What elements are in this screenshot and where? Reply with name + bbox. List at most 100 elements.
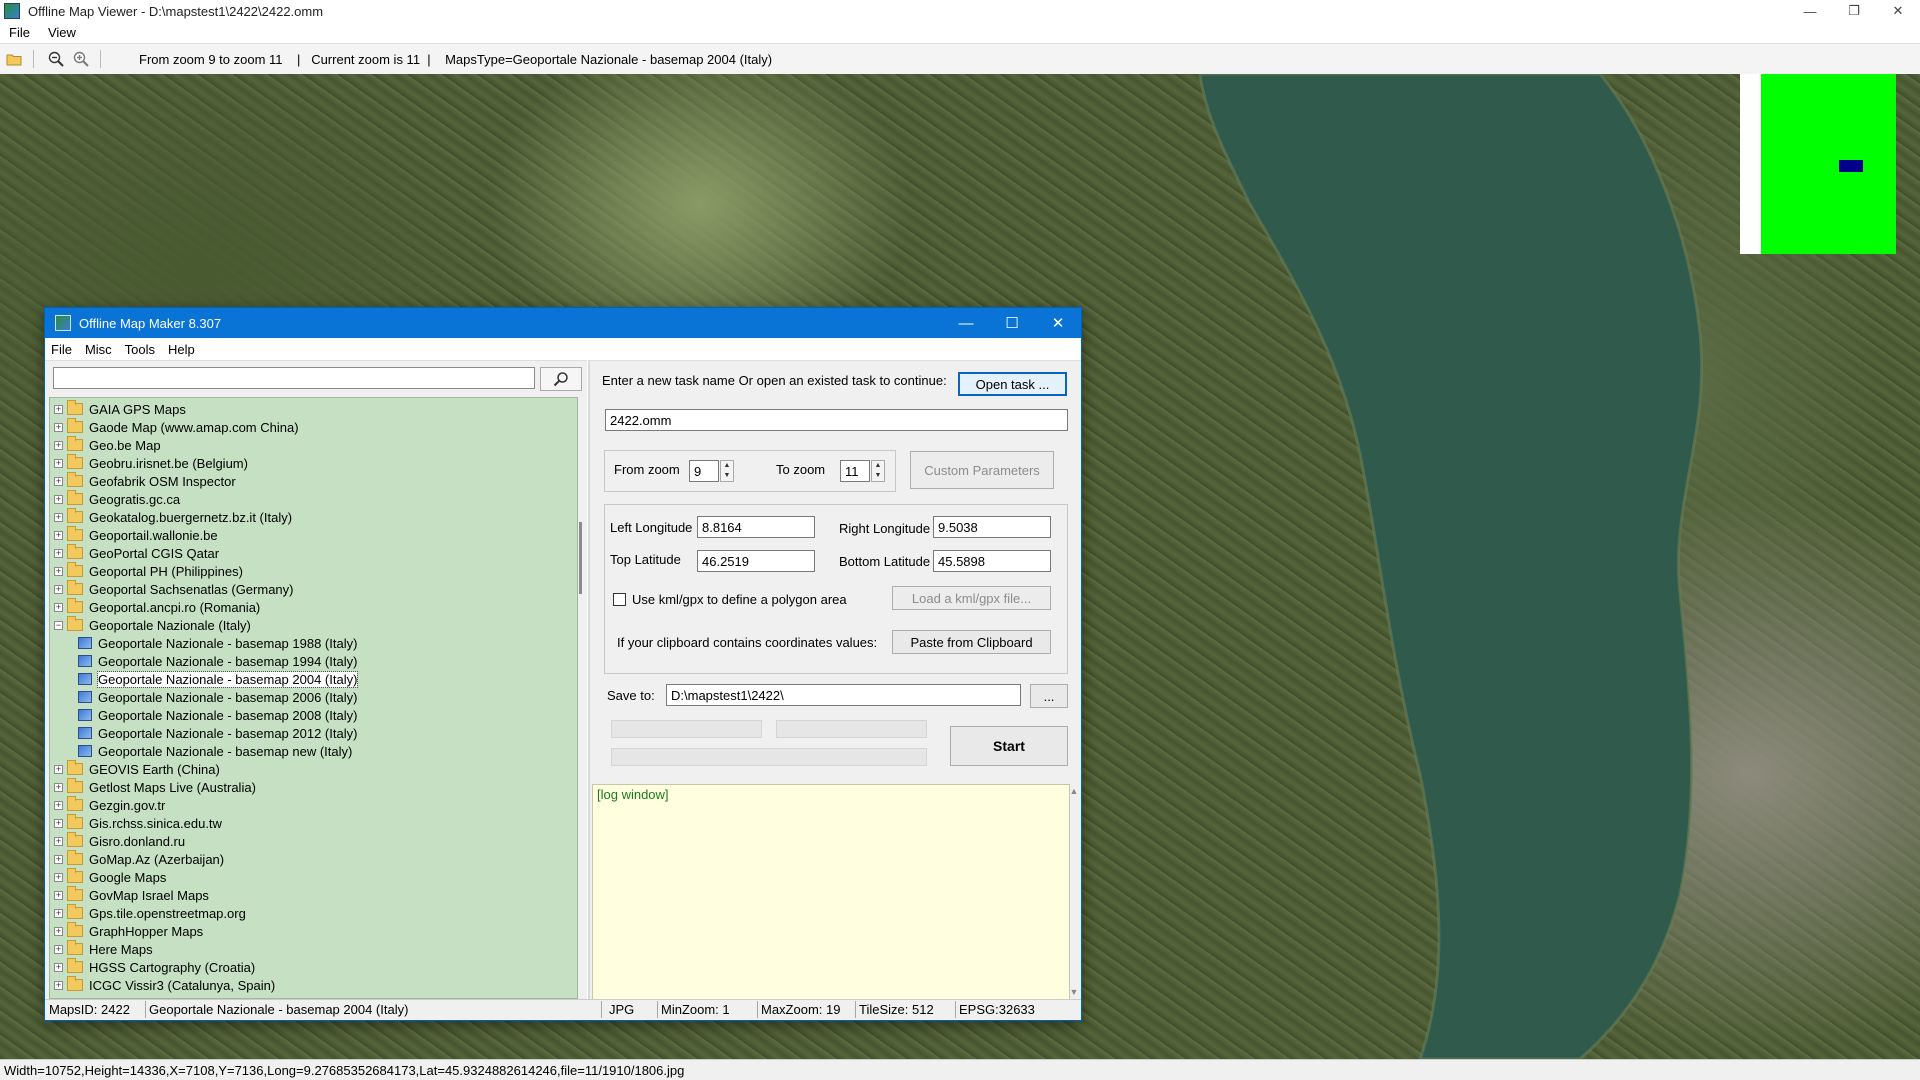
tree-folder-item[interactable]: + GEOVIS Earth (China)	[54, 760, 220, 778]
tree-map-item[interactable]: Geoportale Nazionale - basemap 2012 (Ita…	[78, 724, 357, 742]
top-latitude-input[interactable]: 46.2519	[697, 550, 815, 572]
open-folder-icon[interactable]	[3, 48, 25, 70]
to-zoom-stepper[interactable]: ▲ ▼	[871, 460, 885, 482]
scroll-up-icon[interactable]: ▲	[1069, 786, 1079, 796]
map-provider-tree[interactable]: + GAIA GPS Maps + Gaode Map (www.amap.com C…	[49, 397, 578, 999]
expand-icon[interactable]: +	[54, 908, 63, 918]
tree-folder-item[interactable]: + Gaode Map (www.amap.com China)	[54, 418, 299, 436]
expand-icon[interactable]: +	[54, 764, 63, 774]
chevron-up-icon[interactable]: ▲	[872, 461, 884, 471]
tree-map-item[interactable]: Geoportale Nazionale - basemap 1988 (Ita…	[78, 634, 357, 652]
tree-map-item[interactable]: Geoportale Nazionale - basemap 2004 (Ita…	[78, 670, 359, 688]
tree-folder-item[interactable]: + Geo.be Map	[54, 436, 161, 454]
log-scrollbar[interactable]: ▲ ▼	[1069, 784, 1079, 1000]
expand-icon[interactable]: +	[54, 836, 63, 846]
collapse-icon[interactable]: −	[54, 620, 63, 630]
task-name-input[interactable]: 2422.omm	[605, 409, 1068, 431]
start-button[interactable]: Start	[950, 726, 1068, 766]
left-longitude-input[interactable]: 8.8164	[697, 516, 815, 538]
omm-menu-misc[interactable]: Misc	[79, 342, 119, 357]
omm-menu-tools[interactable]: Tools	[119, 342, 162, 357]
expand-icon[interactable]: +	[54, 980, 63, 990]
tree-map-item[interactable]: Geoportale Nazionale - basemap 2006 (Ita…	[78, 688, 357, 706]
chevron-down-icon[interactable]: ▼	[721, 471, 733, 481]
tree-folder-item[interactable]: + Gps.tile.openstreetmap.org	[54, 904, 246, 922]
tree-folder-item[interactable]: + Geofabrik OSM Inspector	[54, 472, 236, 490]
minimap-viewport-marker[interactable]	[1839, 160, 1863, 172]
load-kml-button[interactable]: Load a kml/gpx file...	[892, 586, 1051, 610]
save-path-input[interactable]: D:\mapstest1\2422\	[666, 684, 1021, 706]
expand-icon[interactable]: +	[54, 782, 63, 792]
tree-scrollbar[interactable]	[579, 397, 583, 997]
viewer-menu-file[interactable]: File	[0, 25, 39, 40]
expand-icon[interactable]: +	[54, 962, 63, 972]
open-task-button[interactable]: Open task ...	[958, 372, 1067, 396]
omm-menu-file[interactable]: File	[45, 342, 79, 357]
tree-folder-item[interactable]: + GeoPortal CGIS Qatar	[54, 544, 219, 562]
tree-folder-item[interactable]: + Geoportail.wallonie.be	[54, 526, 218, 544]
expand-icon[interactable]: +	[54, 548, 63, 558]
tree-folder-item[interactable]: + GoMap.Az (Azerbaijan)	[54, 850, 224, 868]
from-zoom-input[interactable]: 9	[689, 460, 719, 482]
map-search-input[interactable]	[53, 367, 535, 389]
search-button[interactable]	[540, 367, 582, 391]
tree-folder-item[interactable]: + HGSS Cartography (Croatia)	[54, 958, 255, 976]
scroll-down-icon[interactable]: ▼	[1069, 987, 1079, 997]
expand-icon[interactable]: +	[54, 530, 63, 540]
chevron-down-icon[interactable]: ▼	[872, 471, 884, 481]
expand-icon[interactable]: +	[54, 476, 63, 486]
tree-folder-item[interactable]: + Here Maps	[54, 940, 153, 958]
tree-scrollbar-thumb[interactable]	[579, 522, 582, 594]
restore-icon[interactable]: ❐	[1832, 0, 1876, 22]
overview-minimap[interactable]	[1740, 74, 1896, 254]
expand-icon[interactable]: +	[54, 422, 63, 432]
tree-folder-item[interactable]: + Gis.rchss.sinica.edu.tw	[54, 814, 222, 832]
tree-folder-item[interactable]: + ICGC Vissir3 (Catalunya, Spain)	[54, 976, 275, 994]
expand-icon[interactable]: +	[54, 854, 63, 864]
expand-icon[interactable]: +	[54, 926, 63, 936]
close-icon[interactable]: ✕	[1035, 308, 1081, 338]
tree-map-item[interactable]: Geoportale Nazionale - basemap new (Ital…	[78, 742, 352, 760]
expand-icon[interactable]: +	[54, 458, 63, 468]
maximize-icon[interactable]: ☐	[989, 308, 1035, 338]
expand-icon[interactable]: +	[54, 494, 63, 504]
paste-from-clipboard-button[interactable]: Paste from Clipboard	[892, 630, 1051, 654]
tree-folder-item[interactable]: + GovMap Israel Maps	[54, 886, 209, 904]
tree-folder-item[interactable]: + Geogratis.gc.ca	[54, 490, 180, 508]
expand-icon[interactable]: +	[54, 800, 63, 810]
zoom-out-icon[interactable]	[45, 48, 67, 70]
viewer-menu-view[interactable]: View	[39, 25, 85, 40]
tree-folder-item[interactable]: + Google Maps	[54, 868, 166, 886]
log-window[interactable]: [log window]	[592, 784, 1070, 1002]
omm-menu-help[interactable]: Help	[162, 342, 202, 357]
bottom-latitude-input[interactable]: 45.5898	[933, 550, 1051, 572]
expand-icon[interactable]: +	[54, 602, 63, 612]
expand-icon[interactable]: +	[54, 440, 63, 450]
tree-folder-item[interactable]: + Gezgin.gov.tr	[54, 796, 165, 814]
tree-map-item[interactable]: Geoportale Nazionale - basemap 2008 (Ita…	[78, 706, 357, 724]
zoom-in-icon[interactable]	[70, 48, 92, 70]
tree-folder-item[interactable]: + GraphHopper Maps	[54, 922, 203, 940]
expand-icon[interactable]: +	[54, 404, 63, 414]
browse-folder-button[interactable]: ...	[1030, 684, 1068, 708]
tree-folder-item[interactable]: + Gisro.donland.ru	[54, 832, 185, 850]
tree-folder-item[interactable]: − Geoportale Nazionale (Italy)	[54, 616, 251, 634]
kml-polygon-checkbox[interactable]	[613, 593, 626, 606]
tree-folder-item[interactable]: + Geobru.irisnet.be (Belgium)	[54, 454, 248, 472]
custom-parameters-button[interactable]: Custom Parameters	[910, 451, 1054, 489]
chevron-up-icon[interactable]: ▲	[721, 461, 733, 471]
expand-icon[interactable]: +	[54, 818, 63, 828]
tree-folder-item[interactable]: + Geoportal Sachsenatlas (Germany)	[54, 580, 293, 598]
tree-folder-item[interactable]: + GAIA GPS Maps	[54, 400, 186, 418]
tree-folder-item[interactable]: + Getlost Maps Live (Australia)	[54, 778, 256, 796]
to-zoom-input[interactable]: 11	[840, 460, 870, 482]
minimize-icon[interactable]: —	[1788, 0, 1832, 22]
tree-map-item[interactable]: Geoportale Nazionale - basemap 1994 (Ita…	[78, 652, 357, 670]
tree-folder-item[interactable]: + Geokatalog.buergernetz.bz.it (Italy)	[54, 508, 292, 526]
expand-icon[interactable]: +	[54, 872, 63, 882]
from-zoom-stepper[interactable]: ▲ ▼	[720, 460, 734, 482]
tree-folder-item[interactable]: + Geoportal PH (Philippines)	[54, 562, 243, 580]
right-longitude-input[interactable]: 9.5038	[933, 516, 1051, 538]
minimize-icon[interactable]: —	[943, 308, 989, 338]
expand-icon[interactable]: +	[54, 890, 63, 900]
